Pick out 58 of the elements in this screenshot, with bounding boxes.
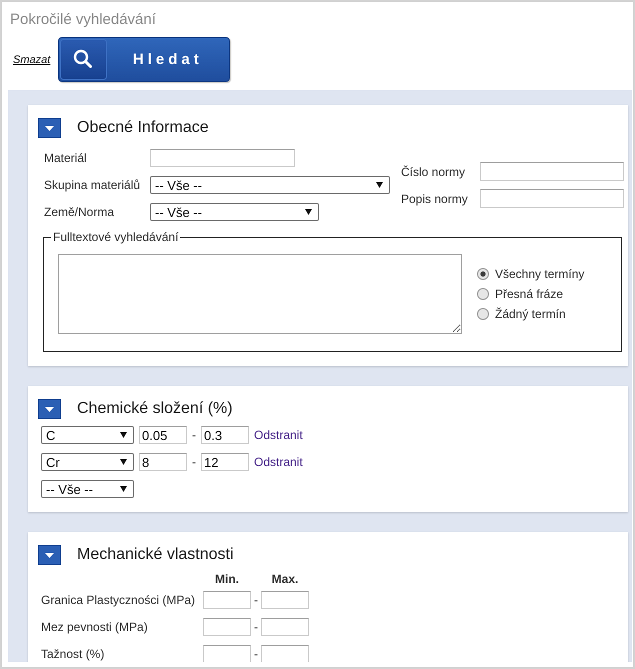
property-label: Mez pevnosti (MPa) (41, 620, 149, 634)
dropdown[interactable]: -- Vše -- (41, 480, 134, 498)
min-field[interactable] (203, 591, 251, 609)
caret-icon (120, 432, 127, 438)
min-field[interactable]: 0.05 (139, 426, 187, 444)
min-field[interactable]: 8 (139, 453, 187, 471)
radio-label: Přesná fráze (495, 287, 564, 301)
field-label: Materiál (44, 151, 88, 165)
caret-icon (120, 486, 127, 492)
radio-button[interactable] (477, 268, 489, 280)
min-field[interactable] (203, 645, 251, 662)
caret-icon (305, 209, 312, 215)
section-title: Obecné Informace (77, 118, 209, 138)
section-title: Mechanické vlastnosti (77, 545, 234, 565)
dropdown[interactable]: -- Vše -- (150, 203, 319, 221)
field-label: Země/Norma (44, 205, 116, 219)
fulltext-field[interactable] (58, 254, 462, 334)
caret-icon (376, 182, 383, 188)
property-label: Tažnost (%) (41, 647, 106, 661)
search-icon (60, 39, 108, 80)
radio-label: Žádný termín (495, 307, 566, 321)
dropdown[interactable]: Cr (41, 453, 134, 471)
range-dash: - (192, 428, 196, 442)
dropdown[interactable]: -- Vše -- (150, 176, 390, 194)
clear-link[interactable]: Smazat (13, 54, 50, 66)
max-field[interactable] (261, 618, 309, 636)
radio-button[interactable] (477, 308, 489, 320)
radio-label: Všechny termíny (495, 267, 584, 281)
max-field[interactable]: 12 (201, 453, 249, 471)
min-field[interactable] (203, 618, 251, 636)
section-title: Chemické složení (%) (77, 399, 233, 419)
fieldset-legend: Fulltextové vyhledávání (51, 230, 180, 244)
collapse-button[interactable] (38, 118, 61, 138)
range-dash: - (254, 647, 258, 661)
dropdown[interactable]: C (41, 426, 134, 444)
property-label: Granica Plastyczności (MPa) (41, 593, 196, 607)
text-field[interactable] (480, 162, 624, 181)
remove-link[interactable]: Odstranit (254, 455, 303, 469)
radio-button[interactable] (477, 288, 489, 300)
collapse-button[interactable] (38, 545, 61, 565)
field-label: Číslo normy (401, 164, 466, 178)
column-header: Min. (215, 572, 239, 586)
field-label: Popis normy (401, 192, 469, 206)
column-header: Max. (272, 572, 298, 586)
collapse-button[interactable] (38, 399, 61, 419)
page-title: Pokročilé vyhledávání (10, 11, 156, 29)
range-dash: - (192, 455, 196, 469)
range-dash: - (254, 593, 258, 607)
range-dash: - (254, 620, 258, 634)
max-field[interactable]: 0.3 (201, 426, 249, 444)
remove-link[interactable]: Odstranit (254, 428, 303, 442)
text-field[interactable] (150, 149, 295, 167)
search-button[interactable]: Hledat (58, 37, 230, 82)
max-field[interactable] (261, 645, 309, 662)
text-field[interactable] (480, 189, 624, 208)
max-field[interactable] (261, 591, 309, 609)
caret-icon (120, 459, 127, 465)
field-label: Skupina materiálů (44, 178, 142, 192)
